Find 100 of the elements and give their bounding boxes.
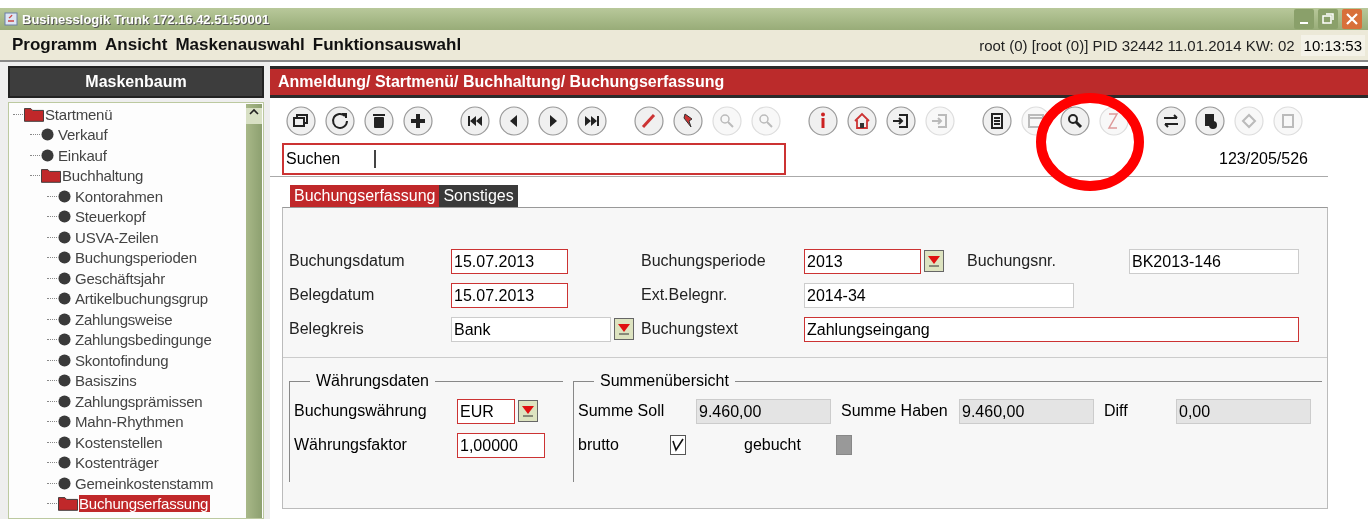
group-title: Währungsdaten	[315, 372, 430, 390]
field-label: Belegkreis	[289, 320, 365, 338]
bullet-icon	[41, 148, 54, 162]
bullet-icon	[58, 189, 71, 203]
bullet-icon	[58, 374, 71, 388]
tree-item[interactable]: Kostenträger	[75, 454, 161, 472]
field-label: Währungsfaktor	[294, 436, 408, 454]
field-label: Ext.Belegnr.	[641, 286, 729, 304]
field-label: Belegdatum	[289, 286, 376, 304]
trash-icon[interactable]	[364, 106, 394, 136]
menu-item[interactable]: Programm	[12, 35, 98, 55]
panel-header: Maskenbaum	[8, 66, 264, 98]
input-field[interactable]: EUR	[457, 398, 515, 424]
bullet-icon	[58, 210, 71, 224]
bullet-icon	[58, 312, 71, 326]
input-field[interactable]: 15.07.2013	[451, 282, 568, 308]
tree-item[interactable]: Startmenü	[45, 105, 115, 123]
pin-icon[interactable]	[673, 106, 703, 136]
input-field[interactable]: BK2013-146	[1129, 248, 1299, 274]
readonly-field: 9.460,00	[696, 398, 831, 424]
previous-icon[interactable]	[499, 106, 529, 136]
clock: 10:13:53	[1300, 34, 1365, 56]
checkbox-label: gebucht	[744, 436, 802, 454]
last-icon[interactable]	[577, 106, 607, 136]
input-field[interactable]: 2013	[804, 248, 921, 274]
first-icon[interactable]	[460, 106, 490, 136]
dropdown-icon[interactable]	[924, 250, 944, 272]
search-field[interactable]: Suchen	[282, 143, 786, 175]
tree-item[interactable]: Basiszins	[75, 372, 139, 390]
tab[interactable]: Buchungserfassung	[290, 185, 440, 207]
field-label: Summe Soll	[578, 402, 666, 420]
status-info: root (0) [root (0)] PID 32442 11.01.2014 KW: 02	[979, 36, 1295, 54]
refresh-icon[interactable]	[325, 106, 355, 136]
tree-item[interactable]: Buchhaltung	[62, 167, 146, 185]
bullet-icon	[41, 128, 54, 142]
close-icon[interactable]	[1342, 9, 1362, 29]
tab[interactable]: Sonstiges	[439, 185, 518, 207]
menu-item[interactable]: Funktionsauswahl	[312, 35, 462, 55]
window-title: Businesslogik Trunk 172.16.42.51:50001	[22, 11, 270, 27]
group-title: Summenübersicht	[599, 372, 730, 390]
menu-item[interactable]: Ansicht	[105, 35, 168, 55]
record-counter: 123/205/526	[1219, 150, 1308, 168]
scroll-up-icon[interactable]	[249, 108, 259, 116]
next-icon[interactable]	[538, 106, 568, 136]
tree-item[interactable]: Zahlungsprämissen	[75, 392, 205, 410]
tree-item[interactable]: Steuerkopf	[75, 208, 148, 226]
bullet-icon	[58, 251, 71, 265]
input-field[interactable]: 15.07.2013	[451, 248, 568, 274]
search-icon[interactable]	[1060, 106, 1090, 136]
list-icon[interactable]	[982, 106, 1012, 136]
bullet-icon	[58, 415, 71, 429]
folder-icon	[24, 106, 44, 122]
field-label: Buchungsnr.	[967, 252, 1057, 270]
input-field[interactable]: 1,00000	[457, 432, 545, 458]
minimize-icon[interactable]	[1294, 9, 1314, 29]
field-label: Summe Haben	[841, 402, 949, 420]
plus-icon[interactable]	[403, 106, 433, 136]
tree-item[interactable]: Artikelbuchungsgrup	[75, 290, 210, 308]
tree-item[interactable]: Zahlungsweise	[75, 310, 175, 328]
scrollbar[interactable]	[246, 104, 262, 518]
pencil-icon[interactable]	[634, 106, 664, 136]
dropdown-icon[interactable]	[518, 400, 538, 422]
tree-item[interactable]: Buchungsperioden	[75, 249, 199, 267]
tree-item[interactable]: Verkauf	[58, 126, 110, 144]
input-field[interactable]: Bank	[451, 316, 611, 342]
bullet-icon	[58, 292, 71, 306]
info-icon[interactable]	[808, 106, 838, 136]
tree-item[interactable]: Skontofindung	[75, 351, 171, 369]
swap-icon[interactable]	[1156, 106, 1186, 136]
field-label: Diff	[1104, 402, 1129, 420]
tree-item[interactable]: Kontorahmen	[75, 187, 165, 205]
menu-item[interactable]: Maskenauswahl	[175, 35, 305, 55]
folder-icon	[58, 496, 78, 512]
bullet-icon	[58, 456, 71, 470]
tree-item[interactable]: Mahn-Rhythmen	[75, 413, 186, 431]
tree-item[interactable]: USVA-Zeilen	[75, 228, 161, 246]
bullet-icon	[58, 333, 71, 347]
app-icon	[4, 12, 18, 26]
tree-item[interactable]: Zahlungsbedingunge	[75, 331, 214, 349]
breadcrumb-bar: Anmeldung/ Startmenü/ Buchhaltung/ Buchungserfassung	[270, 66, 1368, 98]
tree-item[interactable]: Gemeinkostenstamm	[75, 474, 216, 492]
tree-item[interactable]: Kostenstellen	[75, 433, 165, 451]
bullet-icon	[58, 394, 71, 408]
tree-item[interactable]: Einkauf	[58, 146, 109, 164]
input-field[interactable]: 2014-34	[804, 282, 1074, 308]
tree-item[interactable]: Geschäftsjahr	[75, 269, 167, 287]
readonly-field: 9.460,00	[959, 398, 1094, 424]
readonly-field: 0,00	[1176, 398, 1311, 424]
dropdown-icon[interactable]	[614, 318, 634, 340]
bullet-icon	[58, 476, 71, 490]
field-label: Buchungstext	[641, 320, 739, 338]
enter-icon[interactable]	[886, 106, 916, 136]
field-label: Buchungsdatum	[289, 252, 406, 270]
restore-icon[interactable]	[286, 106, 316, 136]
bullet-icon	[58, 230, 71, 244]
input-field[interactable]: Zahlungseingang	[804, 316, 1299, 342]
field-label: Buchungsperiode	[641, 252, 767, 270]
checkbox[interactable]	[670, 435, 686, 455]
checkbox-label: brutto	[578, 436, 620, 454]
home-icon[interactable]	[847, 106, 877, 136]
